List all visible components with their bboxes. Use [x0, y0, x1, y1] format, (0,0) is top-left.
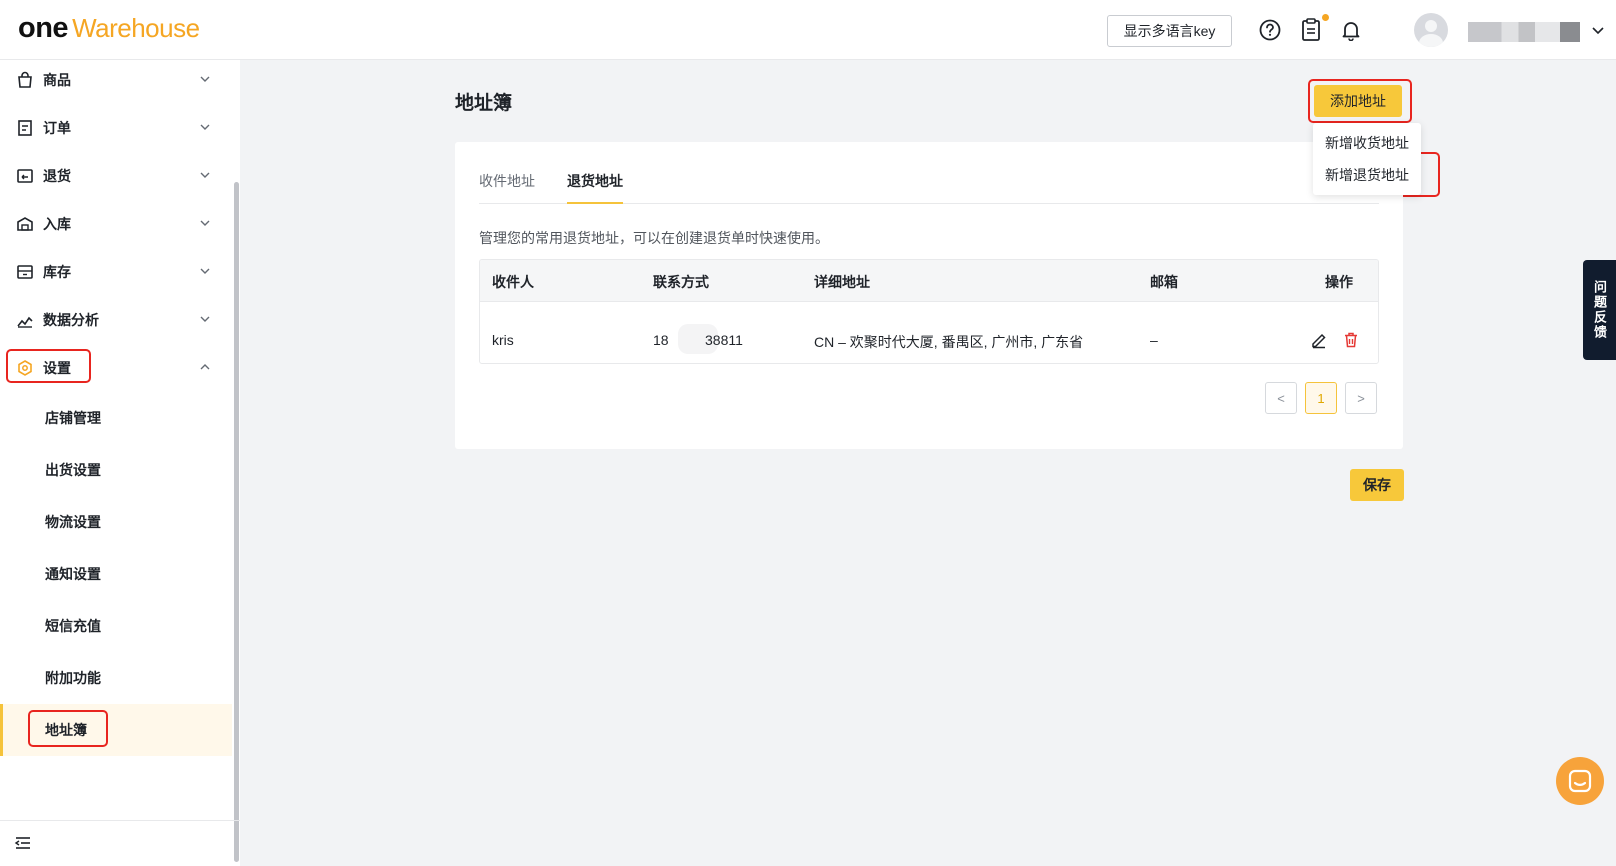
sidebar-item-products[interactable]: 商品: [0, 60, 232, 100]
sidebar-item-label: 数据分析: [43, 312, 99, 328]
chevron-down-icon: [200, 316, 210, 322]
inbound-icon: [17, 217, 33, 231]
edit-icon[interactable]: [1310, 331, 1328, 349]
chart-icon: [17, 316, 33, 328]
return-icon: [17, 169, 33, 183]
chevron-down-icon: [200, 124, 210, 130]
sidebar-collapse-bar[interactable]: [0, 820, 240, 866]
sidebar-item-inventory[interactable]: 库存: [0, 252, 232, 292]
sidebar-sub-label: 短信充值: [45, 618, 101, 634]
bell-icon[interactable]: [1338, 17, 1364, 43]
table-header: 收件人 联系方式 详细地址 邮箱 操作: [480, 260, 1378, 302]
sidebar-item-orders[interactable]: 订单: [0, 108, 232, 148]
top-header: one Warehouse 显示多语言key: [0, 0, 1616, 60]
inventory-icon: [17, 265, 33, 279]
save-button[interactable]: 保存: [1350, 469, 1404, 501]
dropdown-add-return-address[interactable]: 新增退货地址: [1313, 159, 1421, 191]
chevron-up-icon: [200, 364, 210, 370]
show-lang-key-button[interactable]: 显示多语言key: [1107, 15, 1232, 47]
sidebar-item-label: 商品: [43, 72, 71, 88]
delete-icon[interactable]: [1342, 331, 1360, 349]
cell-address: CN – 欢聚时代大厦, 番禺区, 广州市, 广东省: [814, 334, 1084, 350]
sidebar-item-label: 设置: [43, 360, 71, 376]
address-card: 收件地址 退货地址 管理您的常用退货地址，可以在创建退货单时快速使用。 收件人 …: [455, 142, 1403, 449]
sidebar: 商品 订单 退货 入库 库存 数据分析 设置 店铺管理 出货设置 物流设置 通知…: [0, 60, 240, 866]
chevron-down-icon: [200, 268, 210, 274]
sidebar-scrollbar[interactable]: [234, 182, 239, 862]
sidebar-item-label: 库存: [43, 264, 71, 280]
sidebar-sub-address-book[interactable]: 地址簿: [0, 704, 232, 756]
sidebar-sub-label: 出货设置: [45, 462, 101, 478]
cell-phone-prefix: 18: [653, 332, 669, 348]
tab-receiving-address[interactable]: 收件地址: [479, 171, 535, 204]
sidebar-sub-logistics-settings[interactable]: 物流设置: [0, 496, 232, 548]
collapse-menu-icon[interactable]: [14, 834, 32, 852]
cell-recipient: kris: [492, 332, 514, 348]
chevron-down-icon[interactable]: [1591, 23, 1605, 42]
chevron-down-icon: [200, 220, 210, 226]
pagination-page-1[interactable]: 1: [1305, 382, 1337, 414]
sidebar-item-returns[interactable]: 退货: [0, 156, 232, 196]
sidebar-item-label: 退货: [43, 168, 71, 184]
column-header: 详细地址: [814, 274, 870, 290]
sidebar-item-label: 入库: [43, 216, 71, 232]
settings-icon: [18, 360, 32, 376]
clipboard-icon[interactable]: [1298, 17, 1324, 43]
dropdown-add-receiving-address[interactable]: 新增收货地址: [1313, 127, 1421, 159]
notification-dot: [1322, 14, 1329, 21]
brand-logo-part2: Warehouse: [72, 13, 200, 43]
sidebar-item-label: 订单: [43, 120, 71, 136]
chevron-down-icon: [200, 76, 210, 82]
sidebar-sub-label: 地址簿: [45, 722, 87, 738]
pagination-next[interactable]: >: [1345, 382, 1377, 414]
sidebar-sub-shipping-settings[interactable]: 出货设置: [0, 444, 232, 496]
feedback-tab[interactable]: 问题反馈: [1583, 260, 1616, 360]
chat-icon: [1568, 769, 1592, 793]
chevron-down-icon: [200, 172, 210, 178]
username-blurred[interactable]: [1468, 22, 1580, 42]
sidebar-sub-label: 通知设置: [45, 566, 101, 582]
page-title: 地址簿: [455, 93, 513, 114]
order-icon: [18, 120, 32, 136]
brand-logo-part1: one: [18, 12, 69, 44]
column-header: 操作: [1325, 274, 1353, 290]
column-header: 联系方式: [653, 274, 709, 290]
address-table: 收件人 联系方式 详细地址 邮箱 操作 kris 18 38811 CN – 欢…: [479, 259, 1379, 364]
tab-description: 管理您的常用退货地址，可以在创建退货单时快速使用。: [479, 230, 829, 246]
sidebar-sub-notification-settings[interactable]: 通知设置: [0, 548, 232, 600]
address-tabs: 收件地址 退货地址: [479, 164, 1379, 204]
brand-logo[interactable]: one Warehouse: [18, 12, 200, 48]
column-header: 邮箱: [1150, 274, 1178, 290]
sidebar-sub-sms-topup[interactable]: 短信充值: [0, 600, 232, 652]
chat-button[interactable]: [1556, 757, 1604, 805]
sidebar-sub-label: 物流设置: [45, 514, 101, 530]
add-address-button[interactable]: 添加地址: [1314, 85, 1402, 117]
cell-phone-suffix: 38811: [705, 332, 743, 348]
add-address-dropdown: 新增收货地址 新增退货地址: [1313, 123, 1421, 195]
sidebar-item-inbound[interactable]: 入库: [0, 204, 232, 244]
tab-return-address[interactable]: 退货地址: [567, 171, 623, 204]
sidebar-sub-label: 店铺管理: [45, 410, 101, 426]
sidebar-sub-addons[interactable]: 附加功能: [0, 652, 232, 704]
avatar[interactable]: [1414, 13, 1448, 47]
sidebar-sub-store-management[interactable]: 店铺管理: [0, 392, 232, 444]
sidebar-item-settings[interactable]: 设置: [0, 348, 232, 388]
sidebar-item-analytics[interactable]: 数据分析: [0, 300, 232, 340]
column-header: 收件人: [492, 274, 534, 290]
bag-icon: [18, 71, 32, 88]
cell-email: –: [1150, 332, 1158, 348]
sidebar-sub-label: 附加功能: [45, 670, 101, 686]
pagination-prev[interactable]: <: [1265, 382, 1297, 414]
help-icon[interactable]: [1257, 17, 1283, 43]
